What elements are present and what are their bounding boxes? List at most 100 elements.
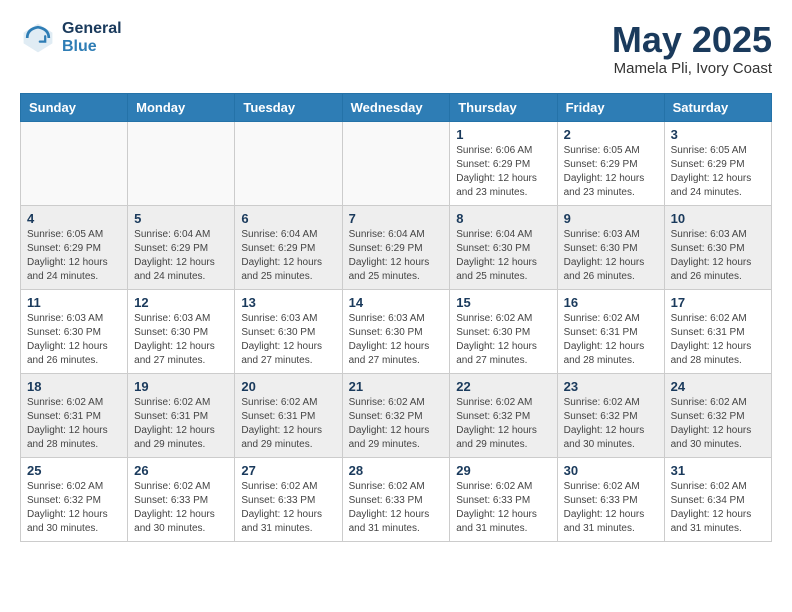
- day-info: Sunrise: 6:02 AMSunset: 6:31 PMDaylight:…: [27, 396, 121, 452]
- day-info: Sunrise: 6:02 AMSunset: 6:33 PMDaylight:…: [241, 480, 335, 536]
- calendar-cell: 21 Sunrise: 6:02 AMSunset: 6:32 PMDayligh…: [342, 373, 450, 457]
- calendar-cell: 26 Sunrise: 6:02 AMSunset: 6:33 PMDayligh…: [128, 457, 235, 541]
- day-info: Sunrise: 6:03 AMSunset: 6:30 PMDaylight:…: [241, 312, 335, 368]
- calendar-cell: 2 Sunrise: 6:05 AMSunset: 6:29 PMDaylight…: [557, 121, 664, 205]
- calendar-cell: 19 Sunrise: 6:02 AMSunset: 6:31 PMDayligh…: [128, 373, 235, 457]
- title-block: May 2025 Mamela Pli, Ivory Coast: [612, 20, 772, 77]
- day-number: 10: [671, 211, 765, 226]
- calendar-cell: 23Sunrise: 6:02 AMSunset: 6:32 PMDayligh…: [557, 373, 664, 457]
- day-number: 2: [564, 127, 658, 142]
- calendar-week-row: 1 Sunrise: 6:06 AMSunset: 6:29 PMDaylight…: [21, 121, 772, 205]
- day-info: Sunrise: 6:03 AMSunset: 6:30 PMDaylight:…: [134, 312, 228, 368]
- calendar-week-row: 25Sunrise: 6:02 AMSunset: 6:32 PMDayligh…: [21, 457, 772, 541]
- month-year-title: May 2025: [612, 20, 772, 60]
- calendar-cell: 15 Sunrise: 6:02 AMSunset: 6:30 PMDayligh…: [450, 289, 557, 373]
- calendar-table: SundayMondayTuesdayWednesdayThursdayFrid…: [20, 93, 772, 542]
- calendar-cell: 12 Sunrise: 6:03 AMSunset: 6:30 PMDayligh…: [128, 289, 235, 373]
- day-number: 22: [456, 379, 550, 394]
- day-info: Sunrise: 6:02 AMSunset: 6:31 PMDaylight:…: [241, 396, 335, 452]
- weekday-header-wednesday: Wednesday: [342, 93, 450, 121]
- calendar-week-row: 4 Sunrise: 6:05 AMSunset: 6:29 PMDaylight…: [21, 205, 772, 289]
- calendar-cell: 9 Sunrise: 6:03 AMSunset: 6:30 PMDaylight…: [557, 205, 664, 289]
- weekday-header-sunday: Sunday: [21, 93, 128, 121]
- calendar-cell: 10Sunrise: 6:03 AMSunset: 6:30 PMDayligh…: [664, 205, 771, 289]
- day-info: Sunrise: 6:04 AMSunset: 6:30 PMDaylight:…: [456, 228, 550, 284]
- day-number: 27: [241, 463, 335, 478]
- calendar-cell: 4 Sunrise: 6:05 AMSunset: 6:29 PMDaylight…: [21, 205, 128, 289]
- calendar-week-row: 18Sunrise: 6:02 AMSunset: 6:31 PMDayligh…: [21, 373, 772, 457]
- day-info: Sunrise: 6:02 AMSunset: 6:33 PMDaylight:…: [456, 480, 550, 536]
- calendar-cell: 24 Sunrise: 6:02 AMSunset: 6:32 PMDayligh…: [664, 373, 771, 457]
- day-info: Sunrise: 6:02 AMSunset: 6:32 PMDaylight:…: [27, 480, 121, 536]
- weekday-header-tuesday: Tuesday: [235, 93, 342, 121]
- day-info: Sunrise: 6:06 AMSunset: 6:29 PMDaylight:…: [456, 144, 550, 200]
- calendar-cell: 18Sunrise: 6:02 AMSunset: 6:31 PMDayligh…: [21, 373, 128, 457]
- day-info: Sunrise: 6:02 AMSunset: 6:32 PMDaylight:…: [349, 396, 444, 452]
- weekday-header-saturday: Saturday: [664, 93, 771, 121]
- calendar-cell: 27 Sunrise: 6:02 AMSunset: 6:33 PMDayligh…: [235, 457, 342, 541]
- day-info: Sunrise: 6:02 AMSunset: 6:31 PMDaylight:…: [671, 312, 765, 368]
- day-number: 20: [241, 379, 335, 394]
- day-info: Sunrise: 6:02 AMSunset: 6:33 PMDaylight:…: [134, 480, 228, 536]
- weekday-header-row: SundayMondayTuesdayWednesdayThursdayFrid…: [21, 93, 772, 121]
- calendar-cell: 8 Sunrise: 6:04 AMSunset: 6:30 PMDaylight…: [450, 205, 557, 289]
- calendar-cell: 22Sunrise: 6:02 AMSunset: 6:32 PMDayligh…: [450, 373, 557, 457]
- day-number: 8: [456, 211, 550, 226]
- day-info: Sunrise: 6:05 AMSunset: 6:29 PMDaylight:…: [671, 144, 765, 200]
- day-number: 4: [27, 211, 121, 226]
- day-info: Sunrise: 6:03 AMSunset: 6:30 PMDaylight:…: [27, 312, 121, 368]
- calendar-cell: 17Sunrise: 6:02 AMSunset: 6:31 PMDayligh…: [664, 289, 771, 373]
- calendar-cell: 1 Sunrise: 6:06 AMSunset: 6:29 PMDaylight…: [450, 121, 557, 205]
- calendar-cell: 14Sunrise: 6:03 AMSunset: 6:30 PMDayligh…: [342, 289, 450, 373]
- day-number: 1: [456, 127, 550, 142]
- calendar-cell: 31Sunrise: 6:02 AMSunset: 6:34 PMDayligh…: [664, 457, 771, 541]
- day-info: Sunrise: 6:04 AMSunset: 6:29 PMDaylight:…: [134, 228, 228, 284]
- day-number: 21: [349, 379, 444, 394]
- day-number: 15: [456, 295, 550, 310]
- day-info: Sunrise: 6:02 AMSunset: 6:31 PMDaylight:…: [564, 312, 658, 368]
- day-info: Sunrise: 6:05 AMSunset: 6:29 PMDaylight:…: [564, 144, 658, 200]
- weekday-header-friday: Friday: [557, 93, 664, 121]
- day-info: Sunrise: 6:05 AMSunset: 6:29 PMDaylight:…: [27, 228, 121, 284]
- day-info: Sunrise: 6:04 AMSunset: 6:29 PMDaylight:…: [241, 228, 335, 284]
- day-number: 31: [671, 463, 765, 478]
- day-number: 14: [349, 295, 444, 310]
- day-number: 12: [134, 295, 228, 310]
- day-info: Sunrise: 6:02 AMSunset: 6:31 PMDaylight:…: [134, 396, 228, 452]
- calendar-cell: [235, 121, 342, 205]
- day-info: Sunrise: 6:02 AMSunset: 6:33 PMDaylight:…: [349, 480, 444, 536]
- day-number: 19: [134, 379, 228, 394]
- day-number: 29: [456, 463, 550, 478]
- location-subtitle: Mamela Pli, Ivory Coast: [612, 60, 772, 77]
- calendar-cell: 11Sunrise: 6:03 AMSunset: 6:30 PMDayligh…: [21, 289, 128, 373]
- logo-icon: [20, 20, 56, 56]
- day-number: 26: [134, 463, 228, 478]
- calendar-cell: 16 Sunrise: 6:02 AMSunset: 6:31 PMDayligh…: [557, 289, 664, 373]
- weekday-header-monday: Monday: [128, 93, 235, 121]
- day-number: 6: [241, 211, 335, 226]
- weekday-header-thursday: Thursday: [450, 93, 557, 121]
- day-number: 28: [349, 463, 444, 478]
- day-info: Sunrise: 6:02 AMSunset: 6:30 PMDaylight:…: [456, 312, 550, 368]
- day-number: 7: [349, 211, 444, 226]
- day-info: Sunrise: 6:02 AMSunset: 6:32 PMDaylight:…: [564, 396, 658, 452]
- day-number: 16: [564, 295, 658, 310]
- day-number: 9: [564, 211, 658, 226]
- calendar-cell: 13Sunrise: 6:03 AMSunset: 6:30 PMDayligh…: [235, 289, 342, 373]
- calendar-cell: 6 Sunrise: 6:04 AMSunset: 6:29 PMDaylight…: [235, 205, 342, 289]
- page-header: General Blue May 2025 Mamela Pli, Ivory …: [20, 20, 772, 77]
- calendar-cell: 25Sunrise: 6:02 AMSunset: 6:32 PMDayligh…: [21, 457, 128, 541]
- calendar-cell: [342, 121, 450, 205]
- calendar-cell: [21, 121, 128, 205]
- day-info: Sunrise: 6:02 AMSunset: 6:32 PMDaylight:…: [671, 396, 765, 452]
- calendar-cell: 3Sunrise: 6:05 AMSunset: 6:29 PMDaylight…: [664, 121, 771, 205]
- logo: General Blue: [20, 20, 122, 56]
- logo-text: General Blue: [62, 20, 122, 55]
- day-info: Sunrise: 6:03 AMSunset: 6:30 PMDaylight:…: [564, 228, 658, 284]
- calendar-cell: 28 Sunrise: 6:02 AMSunset: 6:33 PMDayligh…: [342, 457, 450, 541]
- calendar-cell: 29 Sunrise: 6:02 AMSunset: 6:33 PMDayligh…: [450, 457, 557, 541]
- day-info: Sunrise: 6:02 AMSunset: 6:33 PMDaylight:…: [564, 480, 658, 536]
- day-number: 5: [134, 211, 228, 226]
- day-number: 24: [671, 379, 765, 394]
- calendar-cell: 7Sunrise: 6:04 AMSunset: 6:29 PMDaylight…: [342, 205, 450, 289]
